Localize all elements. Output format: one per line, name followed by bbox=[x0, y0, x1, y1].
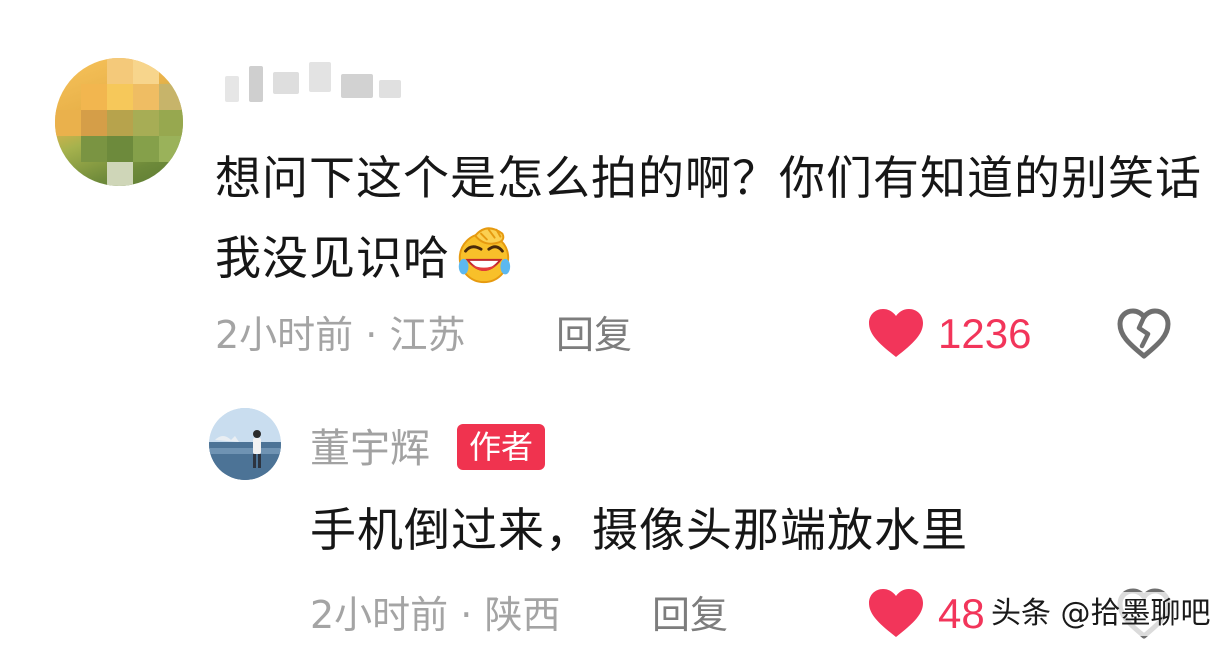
reply-like-button[interactable]: 48 bbox=[868, 586, 985, 642]
heart-icon bbox=[869, 309, 923, 357]
comment-meta: 2小时前 · 江苏 bbox=[215, 310, 465, 360]
comment-body: 想问下这个是怎么拍的啊？你们有知道的别笑话我没见识哈 bbox=[215, 138, 1205, 298]
commenter-avatar[interactable] bbox=[55, 58, 183, 186]
person-by-water-avatar-image bbox=[209, 408, 281, 480]
comment-like-count: 1236 bbox=[938, 310, 1032, 357]
comment-location: 江苏 bbox=[389, 313, 466, 357]
meta-separator: · bbox=[460, 593, 473, 637]
broken-heart-icon[interactable] bbox=[1116, 306, 1172, 362]
comment-text: 想问下这个是怎么拍的啊？你们有知道的别笑话我没见识哈 bbox=[215, 151, 1202, 285]
reply-body: 手机倒过来，摄像头那端放水里 bbox=[310, 503, 968, 557]
reply-time: 2小时前 bbox=[310, 593, 449, 637]
reply-location: 陕西 bbox=[484, 593, 561, 637]
heart-icon bbox=[869, 589, 923, 637]
comment-like-button[interactable]: 1236 bbox=[868, 306, 1031, 362]
comment-reply-button[interactable]: 回复 bbox=[556, 310, 632, 360]
reply-author-avatar[interactable] bbox=[209, 408, 281, 480]
author-badge: 作者 bbox=[457, 424, 546, 470]
reply-meta: 2小时前 · 陕西 bbox=[310, 590, 560, 640]
meta-separator: · bbox=[365, 313, 378, 357]
watermark: 头条 @拾墨聊吧 bbox=[985, 592, 1217, 636]
comment-time: 2小时前 bbox=[215, 313, 354, 357]
commenter-username-blurred[interactable] bbox=[225, 62, 405, 104]
facepalm-laugh-emoji-icon bbox=[458, 227, 511, 284]
reply-like-count: 48 bbox=[938, 590, 985, 637]
reply-author-name[interactable]: 董宇辉 bbox=[310, 424, 430, 474]
reply-reply-button[interactable]: 回复 bbox=[652, 590, 728, 640]
